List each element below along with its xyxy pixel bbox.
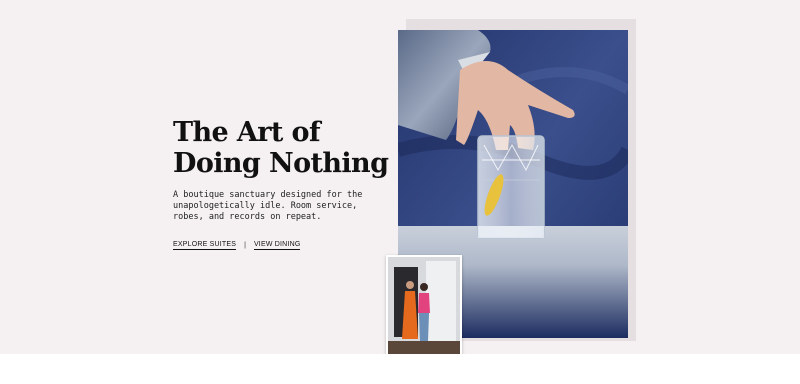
secondary-photo-doorway [386,255,462,354]
hero-links: EXPLORE SUITES | VIEW DINING [173,241,301,250]
hero-section: The Art of Doing Nothing A boutique sanc… [0,0,800,354]
page-bottom-strip [0,354,800,384]
link-separator: | [244,242,246,249]
explore-suites-link[interactable]: EXPLORE SUITES [173,241,237,250]
hero-headline: The Art of Doing Nothing [173,117,389,179]
view-dining-link[interactable]: VIEW DINING [253,241,301,250]
hero-description: A boutique sanctuary designed for the un… [173,190,363,222]
